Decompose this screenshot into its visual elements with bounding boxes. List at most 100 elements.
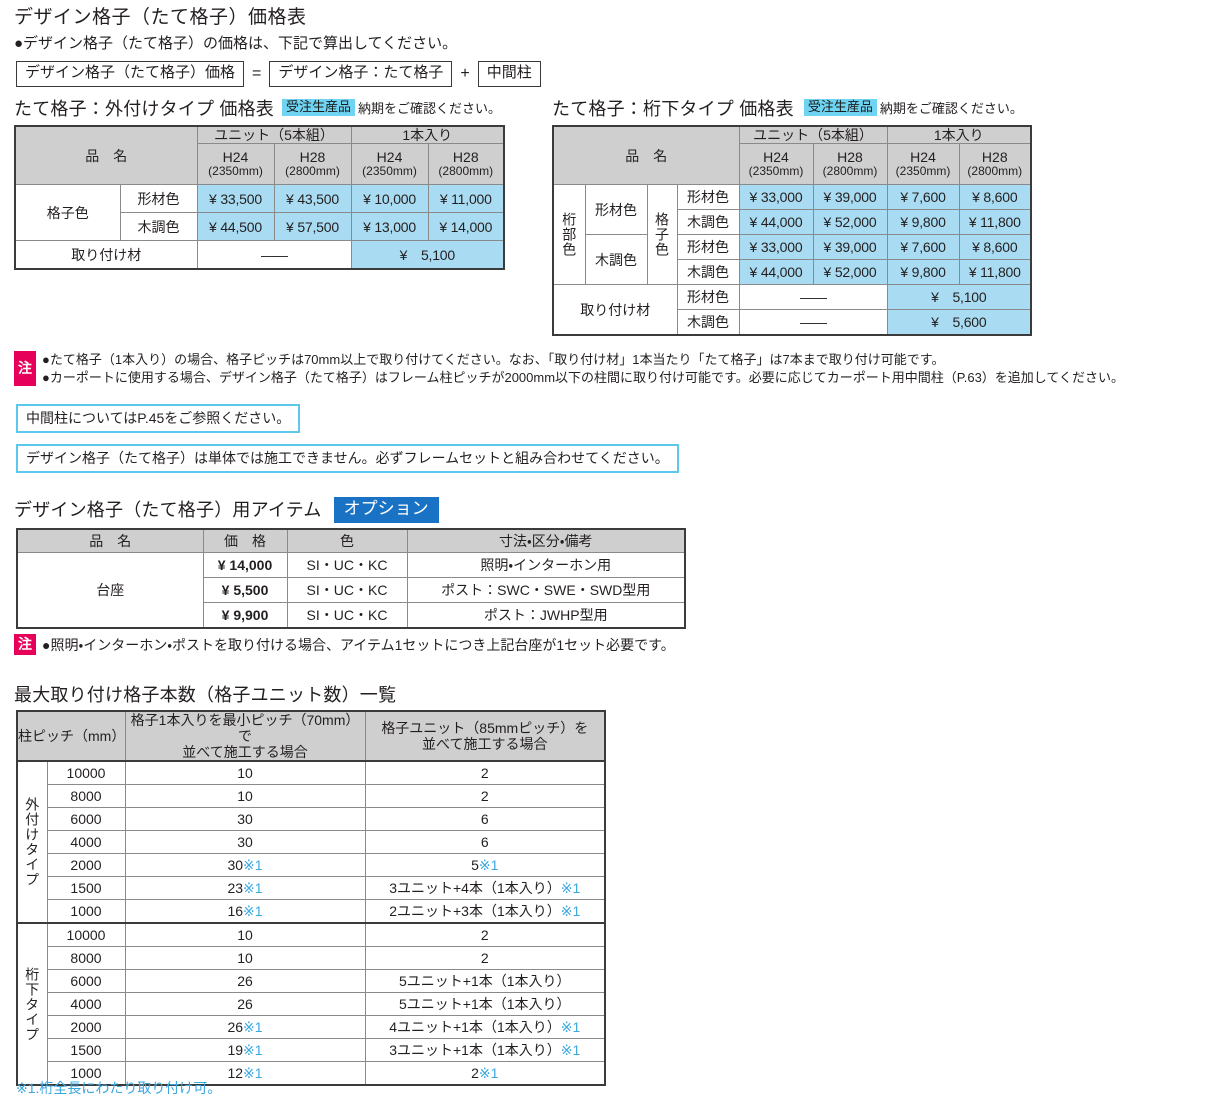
unit-count: 2※1 (364, 1061, 606, 1086)
single-count: 26 (124, 992, 366, 1017)
price-cell: ¥ 43,500 (273, 184, 352, 214)
table-row: 桁部色 形材色 格子色 形材色 ¥ 33,000 ¥ 39,000 ¥ 7,60… (552, 184, 1032, 286)
h28-label: H28 (981, 149, 1008, 166)
price-list-page: デザイン格子（たて格子）価格表 ●デザイン格子（たて格子）の価格は、下記で算出し… (0, 0, 1208, 1114)
option-color: SI・UC・KC (286, 552, 408, 578)
single-count: 30※1 (124, 853, 366, 878)
option-remark: 照明・インターホン用 (406, 552, 686, 578)
price-cell: ¥ 11,800 (958, 209, 1032, 236)
header-line: 並べて施工する場合 (182, 744, 308, 761)
unit-count: 2 (364, 784, 606, 809)
unit-count: 5※1 (364, 853, 606, 878)
h24-label: H24 (763, 149, 789, 166)
price-cell: ¥ 7,600 (886, 234, 960, 261)
table-row: 外付けタイプ 10000 10 2 (16, 760, 606, 924)
h24-mm: (2350mm) (895, 164, 951, 179)
table-row: 桁下タイプ 10000 10 2 (16, 922, 606, 1086)
made-to-order-badge: 受注生産品 (282, 98, 356, 117)
price-cell: ¥ 52,000 (812, 259, 888, 286)
h28-label: H28 (837, 149, 863, 166)
options-note-text: ●照明・インターホン・ポストを取り付ける場合、アイテム1セットにつき上記台座が1… (42, 636, 675, 653)
mount-unit-value: —— (738, 284, 888, 311)
single-count: 10 (124, 922, 366, 948)
table-row: 8000 10 2 (17, 784, 606, 809)
note-line: ●たて格子（1本入り）の場合、格子ピッチは70mm以上で取り付けてください。なお… (42, 352, 945, 367)
price-cell: ¥ 44,000 (738, 259, 814, 286)
table-row: 品 名 ユニット（5本組） 1本入り (14, 125, 505, 186)
table-row: 品 名 ユニット（5本組） 1本入り (552, 125, 1032, 186)
h28-label: H28 (452, 149, 479, 166)
option-price: ¥ 9,900 (202, 602, 288, 629)
pitch-value: 4000 (46, 992, 126, 1017)
table-row: 取り付け材 形材色 —— ¥ 5,100 (552, 284, 1032, 336)
row-label: 形材色 (676, 184, 740, 211)
lattice-color-text: 格子色 (654, 212, 671, 258)
pitch-value: 2000 (46, 853, 126, 878)
option-color: SI・UC・KC (286, 577, 408, 603)
price-cell: ¥ 11,000 (427, 184, 505, 214)
formula-plus: + (460, 64, 470, 82)
single-count: 30 (124, 830, 366, 855)
options-note: 注 ●照明・インターホン・ポストを取り付ける場合、アイテム1セットにつき上記台座… (14, 634, 675, 655)
price-cell: ¥ 8,600 (958, 184, 1032, 211)
single-count: 10 (124, 946, 366, 971)
price-cell: ¥ 57,500 (273, 212, 352, 242)
col-header-pitch: 柱ピッチ（mm） (16, 710, 126, 762)
max-count-title: 最大取り付け格子本数（格子ユニット数）一覧 (14, 685, 397, 705)
price-cell: ¥ 33,000 (738, 184, 814, 211)
col-header-name: 品 名 (16, 528, 204, 553)
outer-type-title: たて格子：外付けタイプ 価格表 (14, 99, 274, 119)
h24-label: H24 (222, 149, 249, 166)
max-count-footnote: ※1.桁全長にわたり取り付け可。 (16, 1080, 222, 1096)
col-header-unit-h28: H28 (2800mm) (273, 143, 352, 186)
col-header-single-method: 格子1本入りを最小ピッチ（70mm）で 並べて施工する場合 (124, 710, 366, 762)
price-cell: ¥ 10,000 (350, 184, 429, 214)
note-label-badge: 注 (14, 634, 36, 655)
col-header-unit-method: 格子ユニット（85mmピッチ）を 並べて施工する場合 (364, 710, 606, 762)
unit-count: 2 (364, 760, 606, 786)
max-count-table: 柱ピッチ（mm） 格子1本入りを最小ピッチ（70mm）で 並べて施工する場合 格… (16, 710, 607, 1087)
under-beam-title: たて格子：桁下タイプ 価格表 (552, 99, 794, 119)
col-header-remark: 寸法・区分・備考 (406, 528, 686, 553)
single-count: 10 (124, 760, 366, 786)
formula-term1-box: デザイン格子：たて格子 (269, 61, 453, 87)
option-remark: ポスト：JWHP型用 (406, 602, 686, 629)
options-heading: デザイン格子（たて格子）用アイテム オプション (14, 497, 439, 523)
pitch-value: 10000 (46, 760, 126, 786)
header-line: 格子ユニット（85mmピッチ）を (381, 720, 589, 737)
header-line: 格子1本入りを最小ピッチ（70mm）で (130, 712, 360, 745)
mount-unit-value: —— (196, 240, 352, 270)
outer-type-price-table: 品 名 ユニット（5本組） 1本入り H24 (2350mm) H28 (280… (14, 125, 506, 271)
table-row: 1500 19※1 3ユニット+1本（1本入り）※1 (17, 1038, 606, 1063)
col-header-single-h28: H28 (2800mm) (427, 143, 505, 186)
under-beam-price-table: 品 名 ユニット（5本組） 1本入り H24 (2350mm) H28 (280… (552, 125, 1033, 337)
pitch-value: 1500 (46, 876, 126, 901)
option-price: ¥ 5,500 (202, 577, 288, 603)
mount-single-price: ¥ 5,100 (350, 240, 505, 270)
col-header-color: 色 (286, 528, 408, 553)
price-cell: ¥ 14,000 (427, 212, 505, 242)
unit-count: 5ユニット+1本（1本入り） (364, 969, 606, 994)
col-header-unit-h24: H24 (2350mm) (196, 143, 275, 186)
unit-count: 3ユニット+1本（1本入り）※1 (364, 1038, 606, 1063)
option-color: SI・UC・KC (286, 602, 408, 629)
pitch-value: 6000 (46, 969, 126, 994)
single-count: 30 (124, 807, 366, 832)
row-label: 木調色 (676, 309, 740, 336)
h28-mm: (2800mm) (438, 164, 494, 179)
col-header-unit: ユニット（5本組） (196, 125, 352, 145)
page-title: デザイン格子（たて格子）価格表 (14, 7, 307, 29)
col-header-unit-h28: H28 (2800mm) (812, 143, 888, 186)
formula-result-box: デザイン格子（たて格子）価格 (16, 61, 245, 87)
col-header-single: 1本入り (350, 125, 505, 145)
price-cell: ¥ 44,500 (196, 212, 275, 242)
mount-single-price: ¥ 5,600 (886, 309, 1032, 336)
single-count: 10 (124, 784, 366, 809)
header-line: 並べて施工する場合 (422, 736, 548, 753)
row-label: 木調色 (676, 259, 740, 286)
col-header-unit-h24: H24 (2350mm) (738, 143, 814, 186)
table-row: 格子色 形材色 ¥ 33,500 ¥ 43,500 ¥ 10,000 ¥ 11,… (14, 184, 505, 242)
price-cell: ¥ 39,000 (812, 234, 888, 261)
col-header-price: 価 格 (202, 528, 288, 553)
outer-type-table-heading: たて格子：外付けタイプ 価格表 受注生産品 納期をご確認ください。 (14, 98, 501, 118)
